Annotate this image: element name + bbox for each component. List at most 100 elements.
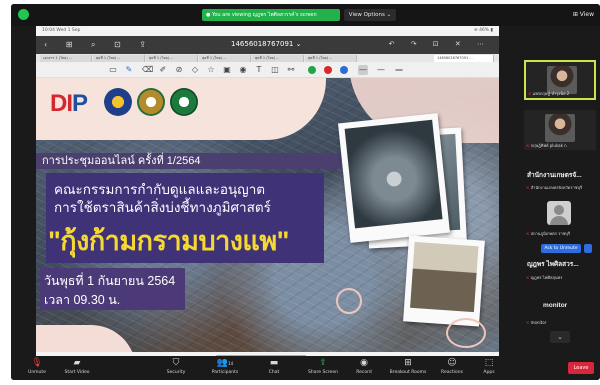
image-icon[interactable]: ▣ (222, 65, 232, 75)
thickness-thin-icon[interactable]: — (358, 65, 368, 75)
document-app-bar: ‹ ⊞ ⌕ ⊡ ⇪ 14656018767091 ⌄ ↶ ↷ ⊡ ✕ ⋯ (36, 36, 499, 54)
doc-tab[interactable]: พุธที่ 1 (ไทย) ... (252, 55, 304, 62)
presentation-slide: DIP การประชุมออนไลน์ ครั้งที่ 1/2564 คณะ… (36, 78, 499, 360)
breakout-rooms-button[interactable]: ⊞ Breakout Rooms (386, 358, 430, 376)
muted-mic-icon: ✕ (526, 185, 530, 190)
participant-video (545, 114, 575, 142)
video-off-icon: ▰ (73, 358, 81, 368)
default-avatar-icon (547, 201, 571, 225)
participant-name: ✕ กฤษฎ์ทิพย์ plukak ก (526, 143, 567, 148)
date-box: วันพุธที่ 1 กันยายน 2564 เวลา 09.30 น. (40, 268, 185, 310)
text-icon[interactable]: T (254, 65, 264, 75)
shape-icon[interactable]: ◇ (190, 65, 200, 75)
doc-tab[interactable]: พุธที่ 1 (ไทย) ... (146, 55, 198, 62)
participant-name: ✕ แพรกฤษฎ์ บำรุงนิล 2 (528, 91, 570, 96)
muted-mic-icon: ✕ (526, 143, 530, 148)
breakout-rooms-icon: ⊞ (404, 358, 412, 368)
screen-share-banner: ● You are viewing ญฎพร ไพศิลสวรรค์'s scr… (202, 9, 340, 21)
participants-icon: 👥14 (216, 358, 234, 368)
product-title: "กุ้งก้ามกรามบางแพ" (48, 226, 289, 256)
muted-mic-icon: ✕ (526, 231, 530, 236)
chevron-down-icon[interactable]: ⌄ (550, 331, 570, 343)
microphone-muted-icon: 🎙 (31, 358, 43, 368)
meeting-subtitle: การประชุมออนไลน์ ครั้งที่ 1/2564 (36, 153, 341, 169)
share-screen-icon: ⇪ (319, 358, 327, 368)
title-line-2: การใช้ตราสินค้าสิ่งบ่งชี้ทางภูมิศาสตร์ (54, 200, 271, 215)
ask-to-unmute-button[interactable]: Ask to Unmute (541, 244, 581, 253)
thickness-thick-icon[interactable]: — (394, 65, 404, 75)
doc-tab[interactable]: พุธที่ 1 (ไทย) ... (199, 55, 251, 62)
shield-icon: ⛉ (172, 358, 180, 368)
doc-tab[interactable]: พุธที่ 1 (ไทย) ... (305, 55, 357, 62)
meeting-time: เวลา 09.30 น. (44, 293, 121, 307)
doc-tab-active[interactable]: 14656018767091 ... (434, 55, 494, 62)
participant-tile[interactable]: ✕ ญฎพร ไพศิลสุนทร (524, 272, 596, 282)
pen-icon[interactable]: ✎ (124, 65, 134, 75)
participant-name-large: ญฎพร ไพศิลสวร... (527, 261, 579, 268)
participant-tile[interactable]: ✕ กฤษฎ์ทิพย์ plukak ก (524, 110, 596, 150)
top-bar: ● You are viewing ญฎพร ไพศิลสวรรค์'s scr… (11, 4, 600, 26)
participant-name: ✕ ญฎพร ไพศิลสุนทร (526, 275, 563, 280)
participant-tile[interactable]: ✕ สถานภูมิเกษตร ราชบุรี (524, 228, 596, 238)
color-red-swatch[interactable] (324, 66, 332, 74)
meeting-date: วันพุธที่ 1 กันยายน 2564 (44, 274, 176, 288)
muted-mic-icon: ✕ (526, 275, 530, 280)
unmute-button[interactable]: 🎙 Unmute (15, 358, 59, 376)
sticker-icon[interactable]: ◫ (270, 65, 280, 75)
status-battery: ⊜ 46% ▮ (473, 28, 493, 33)
meeting-toolbar: 🎙 Unmute ▰ Start Video ⛉ Security 👥14 Partic… (11, 356, 600, 380)
shrimp-photo (338, 113, 450, 243)
participant-gallery: ✕ แพรกฤษฎ์ บำรุงนิล 2 ✕ กฤษฎ์ทิพย์ pluka… (521, 26, 600, 354)
app-bar-right-icons: ↶ ↷ ⊡ ✕ ⋯ (388, 40, 491, 48)
photo-image (344, 119, 443, 229)
agriculture-seal-icon (170, 88, 198, 116)
participant-tile[interactable]: ✕ สำนักงานเกษตรจังหวัดราชบุรี (524, 182, 596, 192)
security-button[interactable]: ⛉ Security (154, 358, 198, 376)
doc-tab[interactable]: พุธที่ 1 (ไทย) ... (93, 55, 145, 62)
logo-text: P (72, 90, 88, 117)
participant-name: ✕ monitor (526, 320, 547, 325)
ministry-seal-icon (104, 88, 132, 116)
color-green-swatch[interactable] (308, 66, 316, 74)
zoom-window: ● You are viewing ญฎพร ไพศิลสวรรค์'s scr… (11, 4, 600, 380)
eraser-icon[interactable]: ⌫ (142, 65, 153, 75)
muted-mic-icon: ✕ (528, 91, 532, 96)
participant-name: ✕ สถานภูมิเกษตร ราชบุรี (526, 231, 570, 236)
doc-tab[interactable]: เอกสาร 1 (ไทย) ... (40, 55, 92, 62)
camera-icon[interactable]: ◉ (238, 65, 248, 75)
photo-image (410, 241, 479, 313)
app-bar-left-icons: ‹ ⊞ ⌕ ⊡ ⇪ (44, 40, 154, 49)
tablet-status-bar: 10:04 Wed 1 Sep ⊜ 46% ▮ (36, 26, 499, 36)
share-screen-button[interactable]: ⇪ Share Screen (301, 358, 345, 376)
view-button[interactable]: ⊞ View (573, 9, 594, 21)
participant-name-large: monitor (543, 302, 568, 309)
shared-screen: 10:04 Wed 1 Sep ⊜ 46% ▮ ‹ ⊞ ⌕ ⊡ ⇪ 146560… (36, 26, 499, 360)
highlighter-icon[interactable]: ✐ (158, 65, 168, 75)
apps-icon: ⬚ (484, 358, 494, 368)
start-video-button[interactable]: ▰ Start Video (55, 358, 99, 376)
document-tabs: เอกสาร 1 (ไทย) ... พุธที่ 1 (ไทย) ... พุ… (36, 54, 499, 62)
view-options-button[interactable]: View Options ⌄ (344, 9, 396, 21)
participant-tile[interactable]: ✕ monitor (524, 316, 596, 326)
document-title[interactable]: 14656018767091 ⌄ (231, 40, 301, 48)
security-shield-icon[interactable] (18, 9, 29, 20)
chat-button[interactable]: ▬ Chat (252, 358, 296, 376)
thickness-mid-icon[interactable]: — (376, 65, 386, 75)
read-mode-icon[interactable]: ▭ (108, 65, 118, 75)
record-button[interactable]: ◉ Record (342, 358, 386, 376)
link-icon[interactable]: ⚯ (286, 65, 296, 75)
decor-doodle (336, 288, 362, 314)
color-blue-swatch[interactable] (340, 66, 348, 74)
more-options-button[interactable] (584, 244, 592, 253)
lasso-icon[interactable]: ⊘ (174, 65, 184, 75)
participants-button[interactable]: 👥14 Participants (203, 358, 247, 376)
apps-button[interactable]: ⬚ Apps (467, 358, 511, 376)
province-seal-icon (137, 88, 165, 116)
muted-mic-icon: ✕ (526, 320, 530, 325)
dip-logo: DIP (50, 90, 88, 118)
logo-text: DI (50, 90, 73, 117)
participant-tile-active-speaker[interactable]: ✕ แพรกฤษฎ์ บำรุงนิล 2 (524, 60, 596, 100)
star-icon[interactable]: ☆ (206, 65, 216, 75)
annotation-toolbar: ▭ ✎ ⌫ ✐ ⊘ ◇ ☆ ▣ ◉ T ◫ ⚯ — — — (36, 62, 499, 78)
leave-button[interactable]: Leave (568, 362, 594, 374)
